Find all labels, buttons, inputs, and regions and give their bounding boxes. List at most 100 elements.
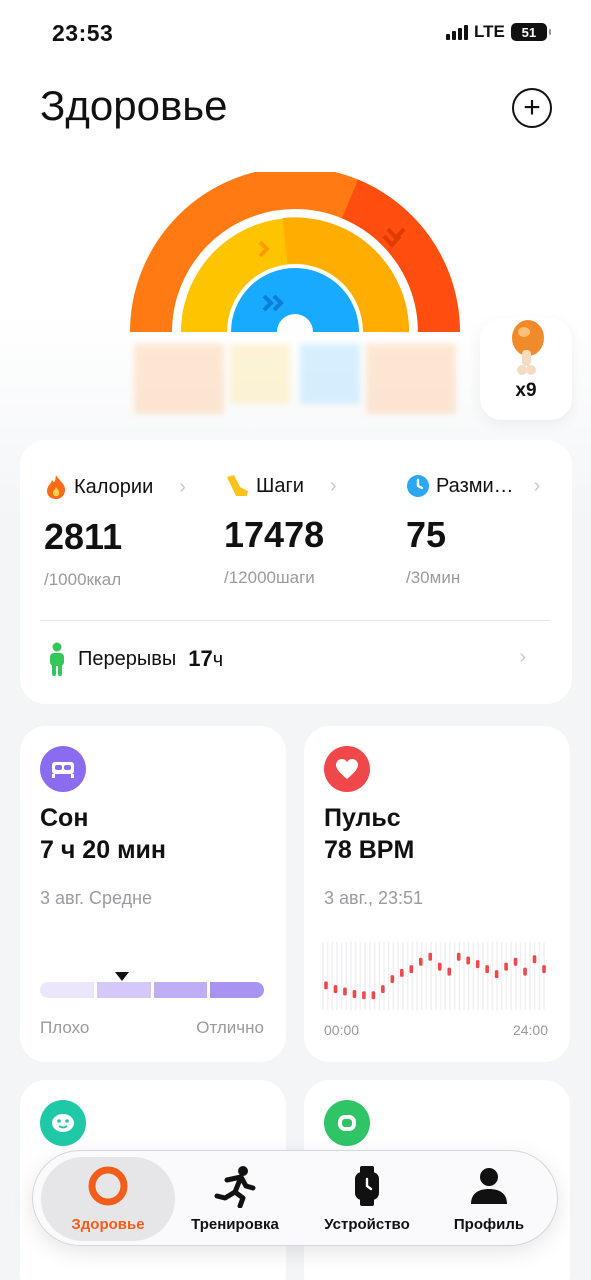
sleep-low-label: Плохо (40, 1018, 90, 1037)
chart-gridline (435, 942, 437, 1010)
chart-gridline (345, 942, 348, 1010)
chart-gridline (336, 942, 338, 1010)
chevron-right-icon: › (519, 646, 526, 668)
chart-gridline (449, 942, 451, 1010)
chart-gridline (387, 942, 390, 1010)
sleep-card[interactable]: Сон 7 ч 20 мин 3 авг. Средне Плохо Отлич… (20, 726, 286, 1062)
chart-gridline (378, 942, 381, 1010)
pulse-point (418, 957, 423, 966)
tab-workout[interactable]: Тренировка (173, 1155, 297, 1241)
food-card[interactable]: x9 (480, 318, 572, 420)
sleep-quality-marker (115, 972, 129, 981)
calories-metric[interactable]: Калории › 2811 /1000ккал (44, 474, 186, 590)
pulse-point (390, 975, 395, 984)
chart-gridline (486, 942, 489, 1010)
page-title: Здоровье (40, 82, 228, 129)
pulse-title: Пульс (324, 804, 401, 832)
steps-value: 17478 (224, 514, 325, 555)
pulse-point (447, 967, 452, 976)
warmup-value: 75 (406, 514, 447, 555)
chevron-right-icon: › (533, 474, 541, 497)
calories-label: Калории (74, 475, 154, 498)
chart-gridline (519, 942, 522, 1010)
chart-gridline (472, 942, 475, 1010)
steps-goal: /12000шаги (224, 568, 315, 587)
breaks-unit: ч (212, 649, 224, 671)
chart-gridline (477, 942, 479, 1010)
divider (40, 620, 550, 621)
pulse-subtitle: 3 авг., 23:51 (324, 888, 423, 908)
steps-label: Шаги (256, 474, 304, 497)
flame-icon (47, 475, 66, 499)
chart-gridline (467, 942, 470, 1010)
chart-gridline (397, 942, 399, 1010)
drumstick-icon (512, 320, 544, 375)
pulse-chart (322, 942, 546, 1010)
tab-workout-label: Тренировка (191, 1215, 279, 1233)
chart-gridline (515, 942, 517, 1010)
person-icon (471, 1167, 507, 1204)
chart-gridline (439, 942, 442, 1010)
chevron-right-icon: › (179, 475, 186, 498)
warmup-goal: /30мин (406, 568, 461, 587)
pulse-point (513, 957, 518, 966)
chart-gridline (326, 942, 329, 1010)
calories-goal: /1000ккал (44, 570, 122, 589)
pulse-x-end-label: 24:00 (512, 1022, 548, 1038)
chart-gridline (359, 942, 362, 1010)
standing-person-icon (50, 642, 64, 676)
pulse-point (381, 985, 385, 994)
chart-gridline (425, 942, 428, 1010)
rings-reflection (134, 344, 456, 414)
face-icon (40, 1100, 86, 1146)
pulse-point (532, 955, 537, 964)
pulse-point (333, 985, 338, 994)
steps-metric[interactable]: Шаги › 17478 /12000шаги (224, 474, 337, 588)
warmup-metric[interactable]: Разми… › 75 /30мин (406, 474, 540, 588)
chart-gridline (406, 942, 409, 1010)
warmup-label: Разми… (436, 474, 514, 497)
pulse-point (362, 991, 366, 1000)
lungs-icon (324, 1100, 370, 1146)
chart-gridline (538, 942, 541, 1010)
bed-icon (40, 746, 86, 792)
sleep-high-label: Отлично (196, 1018, 264, 1037)
pulse-point (542, 965, 546, 974)
pulse-point (437, 962, 442, 971)
pulse-card[interactable]: Пульс 78 BPM 3 авг., 23:51 00:00 24:00 (304, 726, 570, 1062)
breaks-label: Перерывы (78, 647, 177, 670)
pulse-point (400, 968, 404, 977)
chart-gridline (533, 942, 536, 1010)
chart-gridline (373, 942, 376, 1010)
chart-gridline (369, 942, 371, 1010)
chart-gridline (510, 942, 512, 1010)
plus-circle-icon: + (523, 91, 541, 124)
breaks-row[interactable]: Перерывы 17ч (48, 642, 223, 676)
chart-gridline (458, 942, 461, 1010)
tab-health-label: Здоровье (71, 1215, 145, 1233)
clock-icon (407, 475, 429, 497)
watch-icon (355, 1165, 379, 1206)
pulse-point (371, 991, 376, 1000)
tab-health[interactable]: Здоровье (45, 1155, 171, 1241)
chart-gridline (500, 942, 503, 1010)
chevron-right-icon: › (329, 474, 337, 497)
chart-gridline (430, 942, 432, 1010)
tab-profile[interactable]: Профиль (433, 1155, 545, 1241)
add-button[interactable]: + (512, 88, 552, 128)
pulse-point (475, 960, 480, 969)
chart-gridline (416, 942, 418, 1010)
activity-rings[interactable] (130, 172, 460, 342)
pulse-point (504, 962, 508, 971)
tab-device-label: Устройство (324, 1215, 410, 1233)
pulse-point (456, 952, 461, 961)
chart-gridline (463, 942, 465, 1010)
chart-gridline (383, 942, 385, 1010)
tab-device[interactable]: Устройство (303, 1155, 431, 1241)
chart-gridline (529, 942, 531, 1010)
sleep-title: Сон (40, 804, 89, 832)
breaks-value: 17 (188, 646, 213, 671)
ring-icon (88, 1166, 128, 1205)
running-icon (214, 1165, 256, 1208)
chart-gridline (411, 942, 414, 1010)
